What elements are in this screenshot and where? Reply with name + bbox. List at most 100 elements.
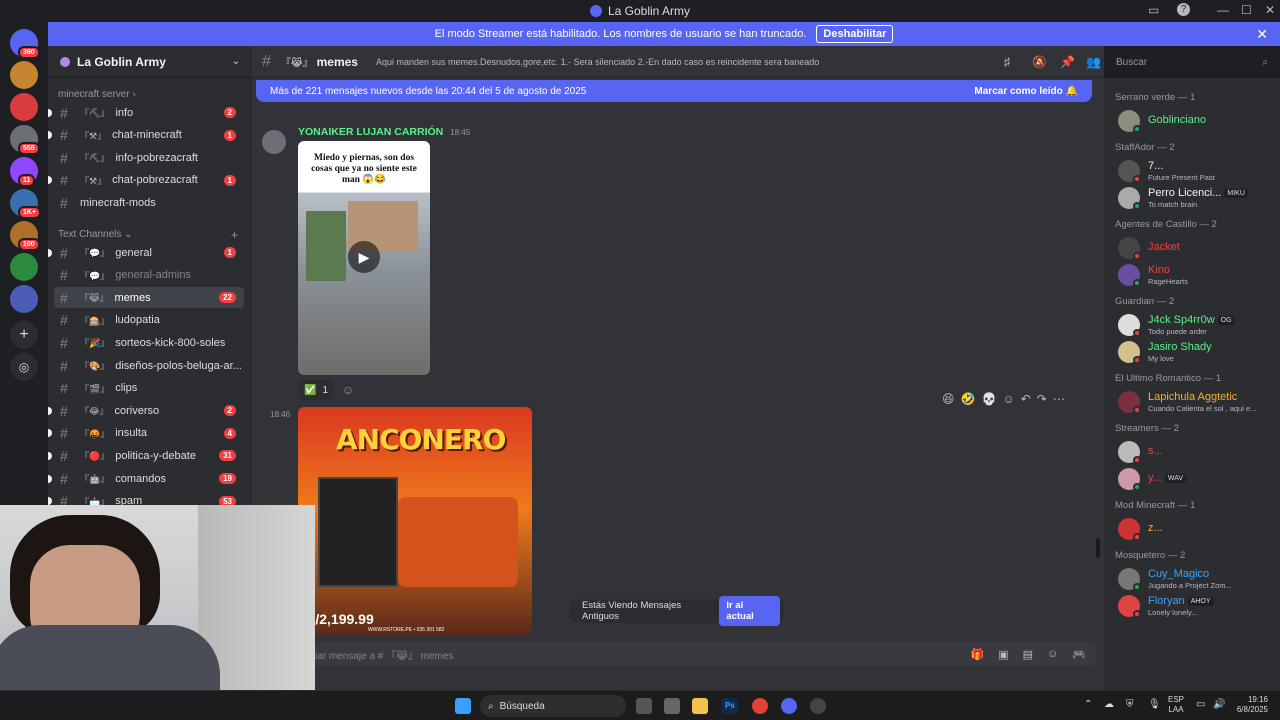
channel-general[interactable]: # 『💬』 general 1 [48, 242, 244, 263]
image-attachment[interactable]: ANCONERO S/2,199.99 WWW.RSTORE.PE • 935 … [298, 407, 532, 635]
member-item[interactable]: Lapichula Aggtetic Cuando Calienta el sol… [1118, 389, 1278, 415]
jump-text: Estás Viendo Mensajes Antiguos [582, 600, 682, 622]
tray-chevron-icon[interactable]: ⌃ [1084, 699, 1092, 710]
member-item[interactable]: J4ck Sp4rr0w OG Todo puede arder [1118, 312, 1278, 338]
member-item[interactable]: Floryan AHOY Lonely lonely... [1118, 593, 1278, 619]
server-icon[interactable] [10, 285, 38, 313]
discover-icon[interactable]: ◎ [10, 353, 38, 381]
shield-icon[interactable]: ⛨ [1126, 699, 1134, 710]
close-window-button[interactable]: ✕ [1265, 3, 1275, 17]
inbox-icon[interactable]: ▭ [1148, 3, 1159, 17]
scrollbar[interactable] [1096, 538, 1100, 558]
jump-present-button[interactable]: Ir al actual [719, 596, 780, 626]
discord-taskbar-icon[interactable] [781, 698, 797, 714]
server-header[interactable]: La Goblin Army ⌄ [48, 46, 252, 78]
channel-general-admins[interactable]: # 『💬』 general-admins [54, 265, 244, 286]
chrome-icon[interactable] [752, 698, 768, 714]
channel-minecraft-mods[interactable]: # minecraft-mods [54, 192, 244, 213]
member-item[interactable]: Jasiro Shady My love [1118, 339, 1278, 365]
laugh-reaction-icon[interactable]: 🤣 [961, 392, 976, 406]
message-composer[interactable]: viar mensaje a # 『😹』 memes 🎁 ▣ ▤ ☺ 🎮 [264, 642, 1096, 666]
app-icon[interactable] [664, 698, 680, 714]
server-icon[interactable] [10, 93, 38, 121]
channel-topic[interactable]: Aqui manden sus memes.Desnudos,gore,etc.… [376, 57, 836, 67]
search-input[interactable]: Buscar ⌕ [1110, 52, 1274, 72]
category-text-channels[interactable]: Text Channels ⌄ + [58, 228, 238, 242]
category-minecraft[interactable]: minecraft server › [58, 89, 238, 100]
video-attachment[interactable]: Miedo y piernas, son dos cosas que ya no… [298, 141, 430, 375]
pinned-icon[interactable]: 📌 [1060, 55, 1075, 69]
channel-diseos-polos-beluga-ar[interactable]: # 『🎨』 diseños-polos-beluga-ar... [54, 355, 244, 376]
add-channel-icon[interactable]: + [231, 228, 238, 242]
message-author[interactable]: YONAIKER LUJAN CARRIÓN [298, 126, 443, 138]
server-icon[interactable] [10, 61, 38, 89]
disable-streamer-button[interactable]: Deshabilitar [816, 25, 894, 43]
search-icon: ⌕ [488, 700, 494, 712]
forward-icon[interactable]: ↷ [1037, 392, 1047, 406]
file-explorer-icon[interactable] [692, 698, 708, 714]
skull-reaction-icon[interactable]: 💀 [981, 392, 996, 406]
help-icon[interactable]: ? [1177, 3, 1190, 16]
lang-secondary: LAA [1168, 705, 1184, 714]
channel-ludopatia[interactable]: # 『🎰』 ludopatia [54, 310, 244, 331]
network-icon[interactable]: ▭ [1196, 699, 1205, 710]
taskbar-search[interactable]: ⌕ Búsqueda [480, 695, 626, 717]
channel-chat-minecraft[interactable]: # 『⚒』 chat-minecraft 1 [48, 125, 244, 146]
more-icon[interactable]: ⋯ [1053, 392, 1065, 406]
mark-read-button[interactable]: Marcar como leído 🔔 [974, 86, 1078, 97]
minimize-button[interactable]: — [1217, 3, 1229, 17]
language-indicator[interactable]: ESP LAA [1168, 695, 1184, 715]
add-server-icon[interactable]: + [10, 321, 38, 349]
chevron-down-icon[interactable]: ⌄ [232, 56, 240, 67]
member-item[interactable]: 7... Future Present Past [1118, 158, 1278, 184]
member-item[interactable]: y... WAV [1118, 466, 1278, 492]
play-icon[interactable]: ▶ [348, 241, 380, 273]
add-reaction-icon[interactable]: ☺ [1002, 392, 1014, 406]
member-item[interactable]: Cuy_Magico Jugando a Project Zom... [1118, 566, 1278, 592]
member-item[interactable]: Kino RageHearts [1118, 262, 1278, 288]
notifications-muted-icon[interactable]: 🔕 [1032, 55, 1047, 69]
channel-comandos[interactable]: # 『🤖』 comandos 19 [48, 468, 244, 489]
game-icon[interactable]: 🎮 [1072, 648, 1086, 661]
channel-sorteos-kick-800-soles[interactable]: # 『🎉』 sorteos-kick-800-soles [54, 332, 244, 353]
channel-politica-y-debate[interactable]: # 『🔴』 politica-y-debate 31 [48, 445, 244, 466]
task-view-icon[interactable] [636, 698, 652, 714]
channel-chat-pobrezacraft[interactable]: # 『⚒』 chat-pobrezacraft 1 [48, 170, 244, 191]
emoji-reaction-icon[interactable]: 😆 [942, 392, 955, 406]
sticker-icon[interactable]: ▤ [1023, 648, 1033, 661]
channel-memes[interactable]: # 『😹』 memes 22 [54, 287, 244, 309]
server-icon[interactable] [10, 253, 38, 281]
clock[interactable]: 19:16 6/8/2025 [1230, 695, 1268, 715]
gift-icon[interactable]: 🎁 [971, 648, 985, 661]
member-item[interactable]: z... [1118, 516, 1278, 542]
photoshop-icon[interactable]: Ps [722, 698, 738, 714]
reaction-check[interactable]: ✅ 1 [298, 380, 335, 400]
member-list-icon[interactable]: 👥 [1086, 55, 1101, 69]
gif-icon[interactable]: ▣ [998, 648, 1008, 661]
member-item[interactable]: Perro Licenci... MIKU To match brain [1118, 185, 1278, 211]
close-banner-icon[interactable]: ✕ [1256, 26, 1268, 43]
member-item[interactable]: s... [1118, 439, 1278, 465]
reply-icon[interactable]: ↶ [1021, 392, 1031, 406]
member-item[interactable]: Goblinciano [1118, 108, 1278, 134]
avatar[interactable] [262, 130, 286, 154]
channel-label: comandos [115, 472, 166, 485]
threads-icon[interactable]: ♯ [1004, 55, 1010, 69]
channel-clips[interactable]: # 『🎬』 clips [54, 378, 244, 399]
hashtag-icon: # [60, 194, 68, 211]
channel-info[interactable]: # 『⛏』 info 2 [48, 102, 244, 123]
clan-tag: AHOY [1187, 596, 1214, 606]
channel-info-pobrezacraft[interactable]: # 『⛏』 info-pobrezacraft [54, 147, 244, 168]
channel-coriverso[interactable]: # 『😂』 coriverso 2 [48, 400, 244, 421]
volume-icon[interactable]: 🔊 [1213, 699, 1225, 710]
maximize-button[interactable]: ☐ [1241, 3, 1252, 17]
windows-start-icon[interactable] [455, 698, 471, 714]
new-messages-bar[interactable]: Más de 221 mensajes nuevos desde las 20:… [256, 80, 1092, 102]
member-item[interactable]: Jacket [1118, 235, 1278, 261]
channel-insulta[interactable]: # 『🤬』 insulta 4 [48, 423, 244, 444]
emoji-icon[interactable]: ☺ [1047, 648, 1058, 661]
mic-icon[interactable]: 🎙 [1148, 699, 1161, 710]
cloud-icon[interactable]: ☁ [1104, 699, 1114, 710]
add-reaction-icon[interactable]: ☺ [342, 383, 354, 397]
app-icon[interactable] [810, 698, 826, 714]
